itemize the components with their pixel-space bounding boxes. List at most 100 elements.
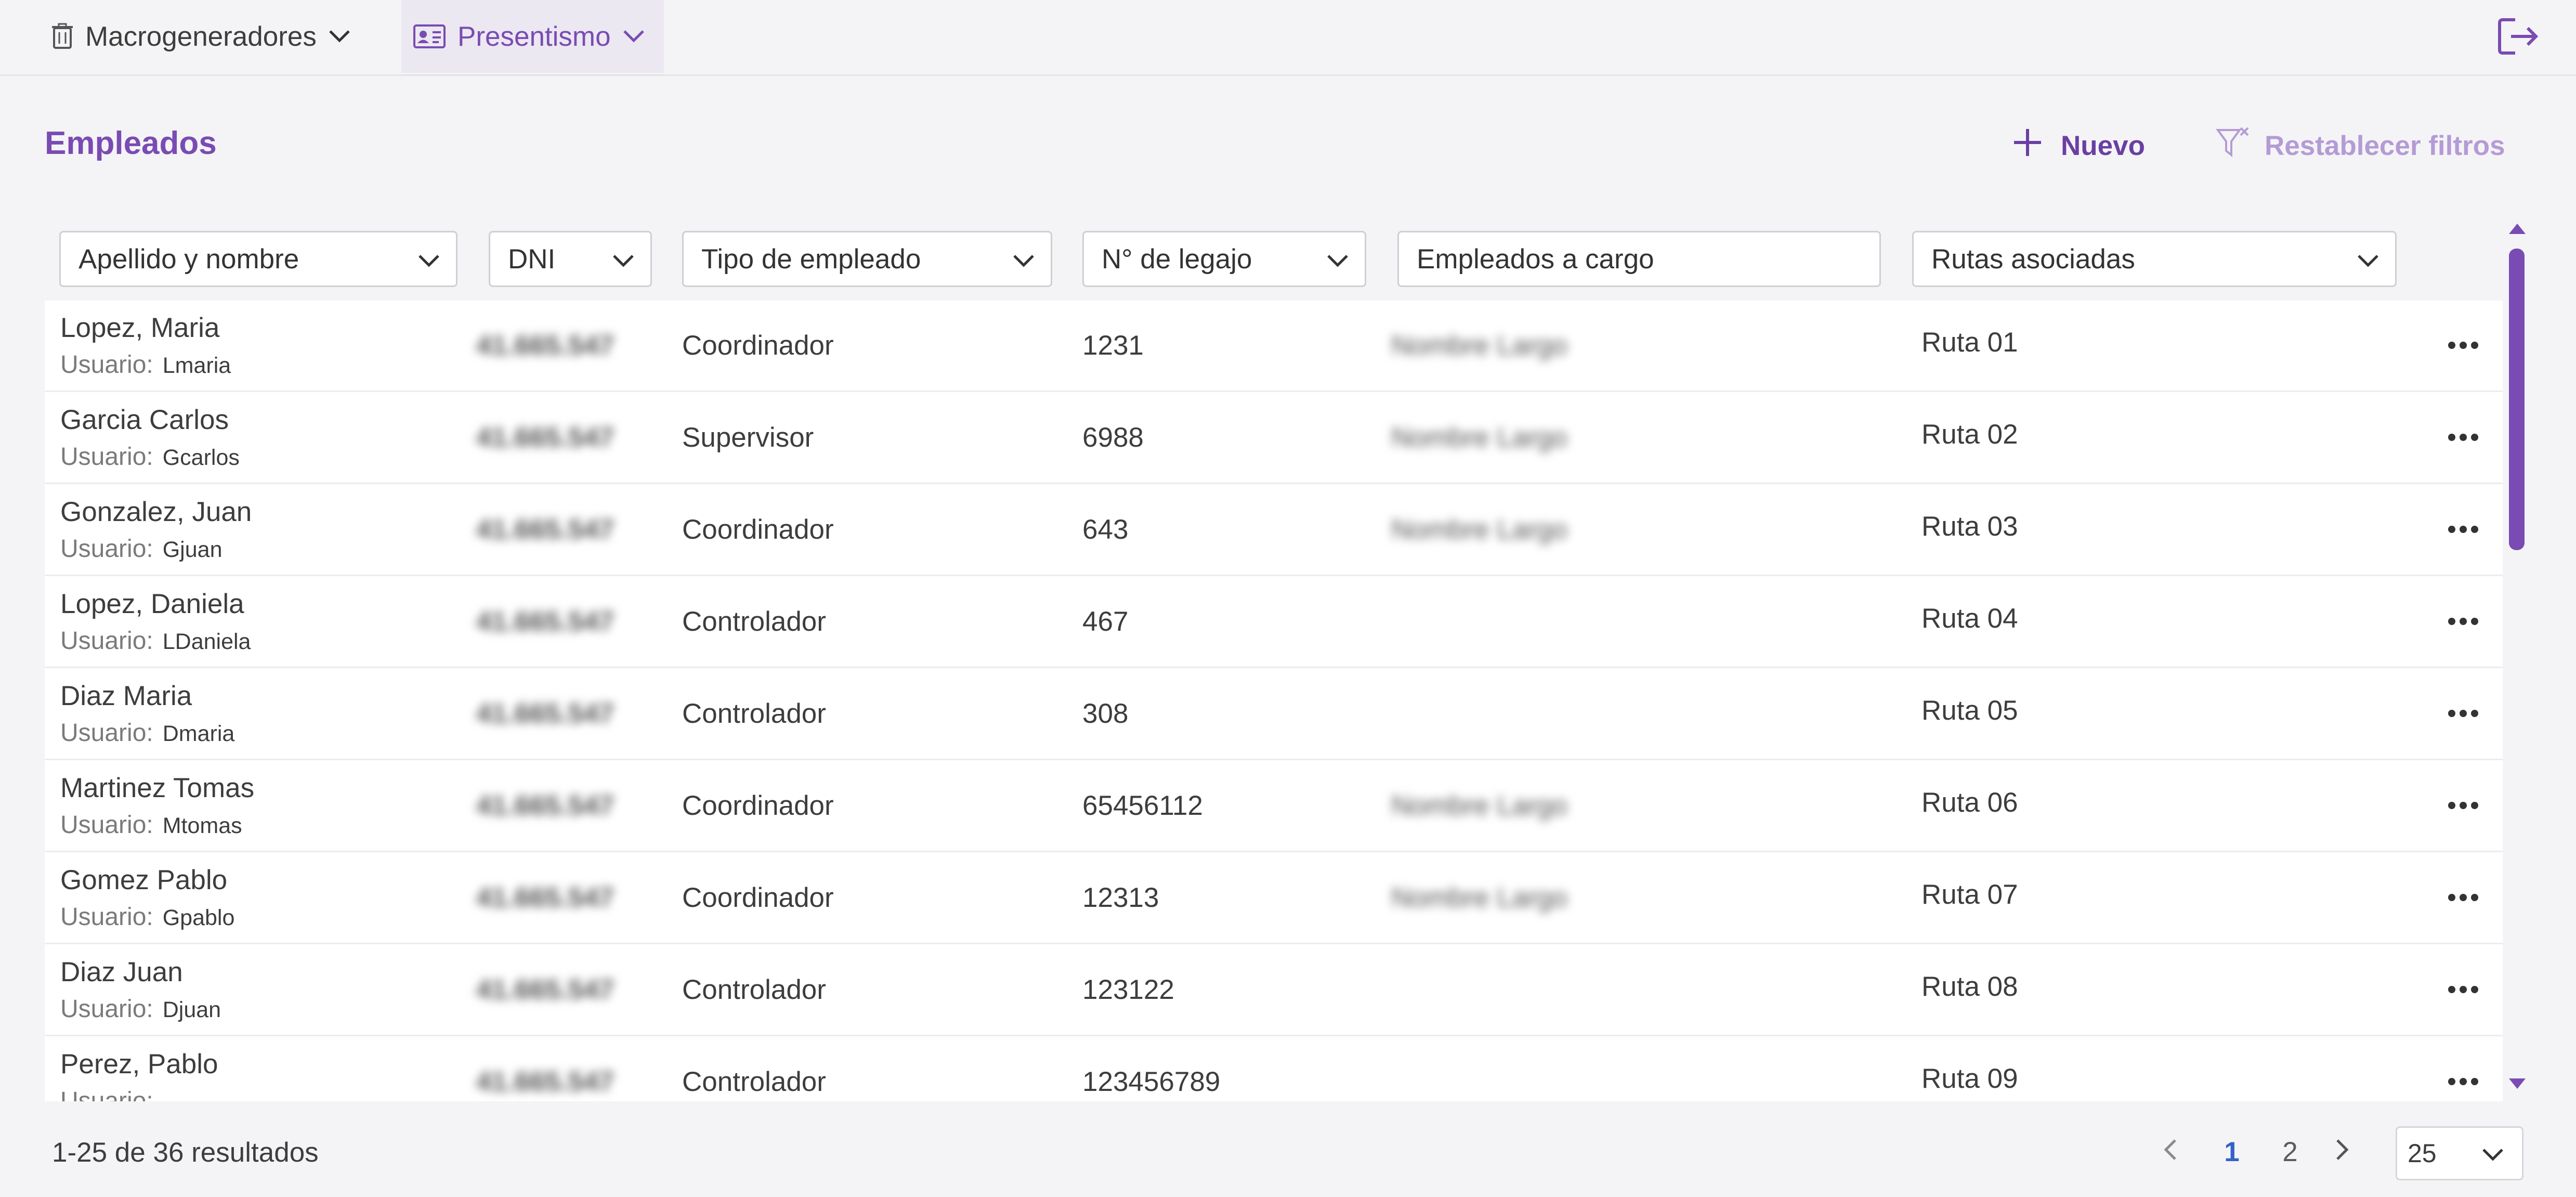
employee-tipo: Controlador (682, 974, 826, 1005)
user-label: Usuario: (60, 811, 153, 839)
chevron-down-icon (417, 243, 440, 275)
prev-page-button[interactable] (2163, 1123, 2194, 1180)
employee-legajo: 1231 (1082, 330, 1144, 361)
chevron-down-icon (1012, 243, 1035, 275)
filter-name-label: Apellido y nombre (79, 243, 299, 275)
user-label: Usuario: (60, 627, 153, 655)
table-row[interactable]: Lopez, Maria Usuario: Lmaria 41.665.547 Coor… (45, 301, 2503, 392)
employee-legajo: 6988 (1082, 422, 1144, 453)
employee-tipo: Controlador (682, 1066, 826, 1097)
employee-tipo: Supervisor (682, 422, 814, 453)
employee-a-cargo: Nombre Largo (1391, 330, 1567, 361)
employee-a-cargo: Nombre Largo (1391, 882, 1567, 913)
filter-a-cargo-label: Empleados a cargo (1417, 243, 1654, 275)
employee-ruta: Ruta 02 (1921, 419, 2018, 450)
table-row[interactable]: Garcia Carlos Usuario: Gcarlos 41.665.547 Su… (45, 393, 2503, 484)
user-label: Usuario: (60, 719, 153, 747)
more-options-icon[interactable] (2447, 524, 2480, 535)
employee-user: Usuario: Gjuan (60, 535, 222, 563)
chevron-down-icon (1326, 243, 1349, 275)
employee-name: Diaz Maria (60, 681, 192, 711)
scroll-up-arrow[interactable] (2507, 222, 2528, 237)
filter-a-cargo-input[interactable]: Empleados a cargo (1397, 231, 1881, 287)
new-employee-label: Nuevo (2061, 130, 2145, 161)
table-row[interactable]: Gonzalez, Juan Usuario: Gjuan 41.665.547 Coo… (45, 485, 2503, 576)
employee-user: Usuario: Dmaria (60, 719, 234, 747)
nav-macrogeneradores-label: Macrogeneradores (85, 21, 317, 52)
employee-a-cargo: Nombre Largo (1391, 422, 1567, 453)
employee-name: Garcia Carlos (60, 405, 229, 435)
employee-dni: 41.665.547 (476, 422, 614, 453)
employee-dni: 41.665.547 (476, 790, 614, 821)
chevron-down-icon (612, 243, 635, 275)
page-1-button[interactable]: 1 (2214, 1123, 2250, 1180)
new-employee-button[interactable]: Nuevo (2012, 125, 2145, 166)
filter-clear-icon (2216, 126, 2250, 166)
employee-name: Gonzalez, Juan (60, 497, 252, 527)
filter-name-select[interactable]: Apellido y nombre (59, 231, 457, 287)
employee-legajo: 123122 (1082, 974, 1174, 1005)
employee-name: Perez, Pablo (60, 1049, 218, 1079)
table-row[interactable]: Martinez Tomas Usuario: Mtomas 41.665.547 Co… (45, 761, 2503, 852)
top-navigation: Macrogeneradores Presentismo (0, 0, 2576, 76)
table-row[interactable]: Diaz Maria Usuario: Dmaria 41.665.547 Contro… (45, 669, 2503, 760)
employee-dni: 41.665.547 (476, 514, 614, 545)
filter-rutas-select[interactable]: Rutas asociadas (1912, 231, 2397, 287)
employee-user: Usuario: Djuan (60, 995, 221, 1023)
employee-dni: 41.665.547 (476, 698, 614, 729)
filter-legajo-select[interactable]: N° de legajo (1082, 231, 1366, 287)
table-row[interactable]: Lopez, Daniela Usuario: LDaniela 41.665.547… (45, 577, 2503, 668)
plus-icon (2012, 127, 2043, 165)
more-options-icon[interactable] (2447, 340, 2480, 350)
employee-tipo: Controlador (682, 698, 826, 729)
table-row[interactable]: Diaz Juan Usuario: Djuan 41.665.547 Controla… (45, 945, 2503, 1036)
employee-user: Usuario: Mtomas (60, 811, 242, 839)
filter-dni-select[interactable]: DNI (489, 231, 652, 287)
filter-legajo-label: N° de legajo (1102, 243, 1252, 275)
per-page-value: 25 (2408, 1139, 2437, 1168)
user-value: Mtomas (162, 813, 242, 838)
logout-icon[interactable] (2495, 16, 2542, 57)
page-2-button[interactable]: 2 (2272, 1123, 2308, 1180)
next-page-button[interactable] (2334, 1123, 2365, 1180)
employee-ruta: Ruta 04 (1921, 603, 2018, 634)
employee-a-cargo: Nombre Largo (1391, 514, 1567, 545)
user-value: Djuan (162, 997, 221, 1022)
more-options-icon[interactable] (2447, 892, 2480, 903)
more-options-icon[interactable] (2447, 616, 2480, 627)
more-options-icon[interactable] (2447, 708, 2480, 719)
employee-legajo: 12313 (1082, 882, 1159, 913)
chevron-down-icon (2481, 1138, 2504, 1168)
employee-dni: 41.665.547 (476, 606, 614, 637)
employee-dni: 41.665.547 (476, 330, 614, 361)
user-value: Lmaria (162, 353, 231, 378)
nav-presentismo[interactable]: Presentismo (401, 0, 664, 73)
employee-name: Lopez, Maria (60, 313, 220, 343)
nav-presentismo-label: Presentismo (457, 21, 611, 52)
scroll-down-arrow[interactable] (2507, 1075, 2528, 1091)
id-card-icon (413, 24, 446, 49)
chevron-down-icon (2357, 243, 2379, 275)
user-label: Usuario: (60, 995, 153, 1023)
per-page-select[interactable]: 25 (2396, 1126, 2523, 1180)
employee-name: Martinez Tomas (60, 773, 255, 803)
more-options-icon[interactable] (2447, 984, 2480, 995)
table-row[interactable]: Perez, Pablo Usuario: 41.665.547 Controlado… (45, 1037, 2503, 1101)
more-options-icon[interactable] (2447, 1076, 2480, 1087)
user-value: LDaniela (162, 629, 251, 654)
table-row[interactable]: Gomez Pablo Usuario: Gpablo 41.665.547 Coord… (45, 853, 2503, 944)
scrollbar-thumb[interactable] (2509, 249, 2525, 550)
reset-filters-label: Restablecer filtros (2265, 130, 2505, 161)
employee-tipo: Controlador (682, 606, 826, 637)
filter-tipo-label: Tipo de empleado (701, 243, 921, 275)
employee-user: Usuario: Lmaria (60, 350, 231, 379)
trash-icon (51, 23, 74, 50)
nav-macrogeneradores[interactable]: Macrogeneradores (41, 0, 361, 73)
more-options-icon[interactable] (2447, 432, 2480, 443)
employee-legajo: 308 (1082, 698, 1129, 729)
user-label: Usuario: (60, 903, 153, 931)
chevron-down-icon (622, 29, 645, 44)
reset-filters-button[interactable]: Restablecer filtros (2216, 125, 2505, 166)
more-options-icon[interactable] (2447, 800, 2480, 811)
filter-tipo-select[interactable]: Tipo de empleado (682, 231, 1052, 287)
